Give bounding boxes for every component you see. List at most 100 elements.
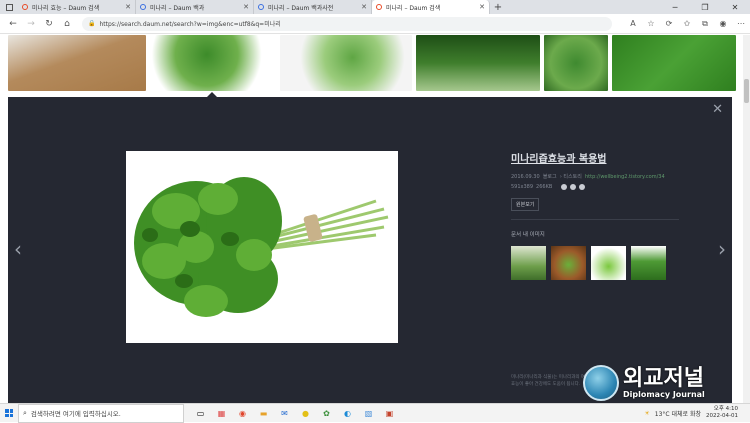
taskbar-search-box[interactable]: ⌕ 검색하려면 여기에 입력하십시오.	[18, 403, 184, 423]
source-url-link[interactable]: http://wellbeing2.tistory.com/34	[585, 174, 665, 180]
windows-logo-icon	[5, 409, 13, 417]
taskbar-apps: ▭ ▦ ◉ ▬ ✉ ● ✿ ◐ ▧ ▣	[192, 406, 398, 421]
tab-0[interactable]: 미나리 효능 – Daum 검색 ✕	[18, 0, 136, 14]
clock-time: 오후 4:10	[713, 406, 738, 412]
watermark-korean: 외교저널	[623, 365, 704, 391]
powerpoint-icon[interactable]: ▣	[381, 406, 398, 421]
thumbnail-row	[8, 35, 736, 91]
home-icon[interactable]: ⌂	[58, 15, 76, 33]
page-content: ✕ ‹ › 미나리즙효능과 복용법 2016.09.30 블로그 › 티스토리 …	[0, 35, 750, 403]
back-icon[interactable]: ←	[4, 15, 22, 33]
tab-label: 미나리 – Daum 검색	[386, 4, 441, 12]
scrollbar-thumb[interactable]	[744, 79, 749, 103]
daum-favicon	[376, 4, 382, 10]
thumbnail-image[interactable]	[416, 35, 540, 91]
lock-icon: 🔒	[88, 20, 96, 27]
daum-favicon	[140, 4, 146, 10]
restore-icon[interactable]: ❐	[690, 0, 720, 14]
new-tab-button[interactable]: +	[490, 0, 506, 14]
page-scrollbar[interactable]	[743, 35, 750, 403]
mail-icon[interactable]: ✉	[276, 406, 293, 421]
favorite-star-icon[interactable]: ☆	[642, 19, 660, 29]
tab-actions-icon	[5, 3, 13, 11]
thumbnail-image-selected[interactable]	[150, 35, 276, 91]
source-meta: 2016.09.30 블로그 › 티스토리 http://wellbeing2.…	[511, 174, 665, 180]
close-icon[interactable]: ✕	[479, 3, 485, 11]
tab-label: 미나리 – Daum 백과	[150, 4, 205, 12]
image-meta: 591x389 266KB	[511, 184, 691, 190]
forward-icon[interactable]: →	[22, 15, 40, 33]
tab-actions-button[interactable]	[0, 0, 18, 14]
settings-icon[interactable]: ✿	[318, 406, 335, 421]
more-icon[interactable]: ⋯	[732, 19, 750, 29]
thumbnail-image[interactable]	[544, 35, 608, 91]
related-image[interactable]	[591, 246, 626, 280]
source-type: 블로그	[542, 174, 557, 180]
navigation-bar: ← → ↻ ⌂ 🔒 https://search.daum.net/search…	[0, 14, 750, 34]
refresh-extension-icon[interactable]: ⟳	[660, 19, 678, 29]
url-text: https://search.daum.net/search?w=img&enc…	[99, 21, 281, 28]
next-arrow-icon[interactable]: ›	[718, 237, 726, 261]
windows-taskbar: ⌕ 검색하려면 여기에 입력하십시오. ▭ ▦ ◉ ▬ ✉ ● ✿ ◐ ▧ ▣ …	[0, 403, 750, 423]
minimize-icon[interactable]: ─	[660, 0, 690, 14]
read-aloud-icon[interactable]: A	[624, 19, 642, 29]
image-info-panel: 미나리즙효능과 복용법 2016.09.30 블로그 › 티스토리 http:/…	[511, 150, 691, 280]
refresh-icon[interactable]: ↻	[40, 15, 58, 33]
tab-1[interactable]: 미나리 – Daum 백과 ✕	[136, 0, 254, 14]
main-preview-image[interactable]	[126, 151, 398, 343]
clock-date: 2022-04-01	[706, 413, 738, 419]
close-icon[interactable]: ✕	[125, 3, 131, 11]
start-button[interactable]	[0, 404, 18, 423]
favorites-icon[interactable]: ✩	[678, 19, 696, 29]
tab-2[interactable]: 미나리 – Daum 백과사전 ✕	[254, 0, 372, 14]
image-file-size: 266KB	[536, 184, 553, 190]
document-title-link[interactable]: 미나리즙효능과 복용법	[511, 150, 691, 165]
tab-strip: 미나리 효능 – Daum 검색 ✕ 미나리 – Daum 백과 ✕ 미나리 –…	[0, 0, 750, 14]
edge-icon[interactable]: ◐	[339, 406, 356, 421]
tab-3-active[interactable]: 미나리 – Daum 검색 ✕	[372, 0, 490, 14]
source-name: 티스토리	[563, 174, 582, 180]
weather-text[interactable]: 13°C 대체로 화창	[655, 409, 701, 418]
kakaotalk-icon[interactable]: ●	[297, 406, 314, 421]
share-icon[interactable]	[579, 184, 586, 190]
taskbar-search-placeholder: 검색하려면 여기에 입력하십시오.	[30, 410, 121, 418]
related-image[interactable]	[511, 246, 546, 280]
thumbnail-image[interactable]	[8, 35, 146, 91]
related-images-heading: 문서 내 이미지	[511, 232, 545, 238]
divider	[511, 219, 679, 220]
chrome-icon[interactable]: ◉	[234, 406, 251, 421]
related-image[interactable]	[551, 246, 586, 280]
view-original-button[interactable]: 원본보기	[511, 198, 540, 211]
globe-logo-icon	[583, 365, 619, 401]
search-icon: ⌕	[23, 408, 27, 417]
system-tray: ☀ 13°C 대체로 화창 오후 4:10 2022-04-01	[644, 406, 750, 420]
parsley-bunch-illustration	[126, 151, 398, 343]
close-icon[interactable]: ✕	[361, 3, 367, 11]
share-icon[interactable]	[561, 184, 568, 190]
file-explorer-icon[interactable]: ▬	[255, 406, 272, 421]
share-buttons	[561, 184, 586, 190]
watermark: 외교저널 Diplomacy Journal	[583, 358, 733, 408]
task-view-icon[interactable]: ▭	[192, 406, 209, 421]
thumbnail-image[interactable]	[612, 35, 736, 91]
prev-arrow-icon[interactable]: ‹	[14, 237, 22, 261]
image-dimensions: 591x389	[511, 184, 534, 190]
weather-icon[interactable]: ☀	[644, 410, 649, 417]
share-icon[interactable]	[570, 184, 577, 190]
post-date: 2016.09.30	[511, 174, 540, 180]
photos-icon[interactable]: ▧	[360, 406, 377, 421]
tab-label: 미나리 – Daum 백과사전	[268, 4, 334, 12]
related-images-row	[511, 246, 691, 280]
address-bar[interactable]: 🔒 https://search.daum.net/search?w=img&e…	[82, 16, 612, 31]
thumbnail-image[interactable]	[280, 35, 412, 91]
profile-icon[interactable]: ◉	[714, 19, 732, 29]
close-icon[interactable]: ✕	[243, 3, 249, 11]
clock[interactable]: 오후 4:10 2022-04-01	[706, 406, 738, 420]
paint-app-icon[interactable]: ▦	[213, 406, 230, 421]
close-icon[interactable]: ✕	[712, 103, 723, 116]
collections-icon[interactable]: ⧉	[696, 19, 714, 29]
close-window-icon[interactable]: ✕	[720, 0, 750, 14]
related-image[interactable]	[631, 246, 666, 280]
tab-label: 미나리 효능 – Daum 검색	[32, 4, 100, 12]
daum-favicon	[258, 4, 264, 10]
